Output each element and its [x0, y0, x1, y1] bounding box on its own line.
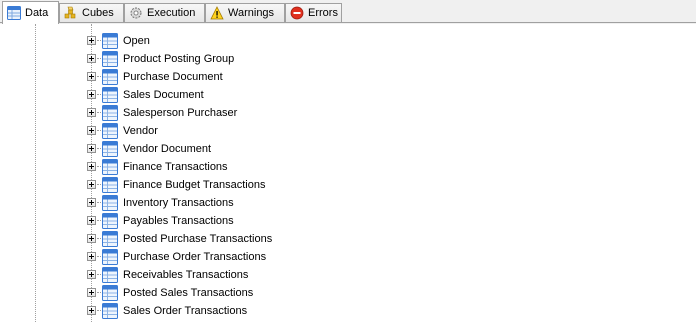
- tree-item[interactable]: Finance Budget Transactions: [0, 176, 400, 194]
- tab-execution[interactable]: Execution: [124, 3, 205, 22]
- table-icon: [102, 51, 118, 67]
- table-icon: [102, 87, 118, 103]
- tree-item[interactable]: Open: [0, 32, 400, 50]
- expand-icon[interactable]: [87, 36, 96, 45]
- tree-item-label: Finance Transactions: [123, 161, 228, 173]
- tree-item-label: Vendor: [123, 125, 158, 137]
- tree-item-label: Inventory Transactions: [123, 197, 234, 209]
- table-icon: [102, 249, 118, 265]
- tree-item-label: Sales Order Transactions: [123, 305, 248, 317]
- expand-icon[interactable]: [87, 72, 96, 81]
- tree-item-label: Purchase Order Transactions: [123, 251, 267, 263]
- tab-cubes[interactable]: Cubes: [59, 3, 124, 22]
- tree-item[interactable]: Sales Order Transactions: [0, 302, 400, 320]
- tree-item[interactable]: Sales Document: [0, 86, 400, 104]
- tree-item-label: Product Posting Group: [123, 53, 235, 65]
- expand-icon[interactable]: [87, 54, 96, 63]
- error-icon: [290, 6, 304, 20]
- tree-item-label: Finance Budget Transactions: [123, 179, 266, 191]
- tree-item[interactable]: Vendor Document: [0, 140, 400, 158]
- data-tree-panel: Open Product Posting Group Purchase Docume…: [0, 24, 696, 322]
- tree-item[interactable]: Finance Transactions: [0, 158, 400, 176]
- tree-item-label: Open: [123, 35, 150, 47]
- table-icon: [102, 123, 118, 139]
- data-grid-icon: [7, 6, 21, 20]
- expand-icon[interactable]: [87, 90, 96, 99]
- tab-errors[interactable]: Errors: [285, 3, 342, 22]
- tab-warnings[interactable]: Warnings: [205, 3, 285, 22]
- tree-item[interactable]: Posted Sales Transactions: [0, 284, 400, 302]
- tree-item-label: Posted Purchase Transactions: [123, 233, 273, 245]
- tree-item-label: Purchase Document: [123, 71, 223, 83]
- table-icon: [102, 141, 118, 157]
- expand-icon[interactable]: [87, 126, 96, 135]
- expand-icon[interactable]: [87, 108, 96, 117]
- expand-icon[interactable]: [87, 252, 96, 261]
- expand-icon[interactable]: [87, 162, 96, 171]
- warning-icon: [210, 6, 224, 20]
- tab-data[interactable]: Data: [2, 1, 59, 24]
- gear-icon: [129, 6, 143, 20]
- tree-item[interactable]: Payables Transactions: [0, 212, 400, 230]
- cubes-icon: [64, 6, 78, 20]
- tree-item[interactable]: Posted Purchase Transactions: [0, 230, 400, 248]
- tree-item[interactable]: Purchase Order Transactions: [0, 248, 400, 266]
- expand-icon[interactable]: [87, 306, 96, 315]
- tree-item-label: Posted Sales Transactions: [123, 287, 254, 299]
- tree-item-label: Salesperson Purchaser: [123, 107, 238, 119]
- tab-warnings-label: Warnings: [228, 7, 275, 19]
- table-icon: [102, 69, 118, 85]
- table-icon: [102, 267, 118, 283]
- tree-item-label: Sales Document: [123, 89, 204, 101]
- expand-icon[interactable]: [87, 144, 96, 153]
- table-icon: [102, 285, 118, 301]
- table-icon: [102, 159, 118, 175]
- expand-icon[interactable]: [87, 288, 96, 297]
- tree-item-label: Vendor Document: [123, 143, 212, 155]
- tree-item[interactable]: Purchase Document: [0, 68, 400, 86]
- tab-execution-label: Execution: [147, 7, 196, 19]
- table-icon: [102, 177, 118, 193]
- tree-item[interactable]: Salesperson Purchaser: [0, 104, 400, 122]
- tab-strip-baseline: [0, 22, 696, 23]
- tree-item-label: Payables Transactions: [123, 215, 234, 227]
- expand-icon[interactable]: [87, 234, 96, 243]
- expand-icon[interactable]: [87, 198, 96, 207]
- table-icon: [102, 195, 118, 211]
- tree-item[interactable]: Vendor: [0, 122, 400, 140]
- table-icon: [102, 213, 118, 229]
- expand-icon[interactable]: [87, 216, 96, 225]
- tab-strip: Data Cubes Execution Warnings Errors: [0, 0, 696, 24]
- tab-cubes-label: Cubes: [82, 7, 114, 19]
- table-icon: [102, 33, 118, 49]
- window: Data Cubes Execution Warnings Errors Ope…: [0, 0, 696, 322]
- tree-item[interactable]: Inventory Transactions: [0, 194, 400, 212]
- table-icon: [102, 303, 118, 319]
- tree-item-label: Receivables Transactions: [123, 269, 249, 281]
- table-icon: [102, 105, 118, 121]
- expand-icon[interactable]: [87, 270, 96, 279]
- table-icon: [102, 231, 118, 247]
- tab-errors-label: Errors: [308, 7, 338, 19]
- expand-icon[interactable]: [87, 180, 96, 189]
- tree-item[interactable]: Product Posting Group: [0, 50, 400, 68]
- tab-data-label: Data: [25, 7, 49, 19]
- tree-item[interactable]: Receivables Transactions: [0, 266, 400, 284]
